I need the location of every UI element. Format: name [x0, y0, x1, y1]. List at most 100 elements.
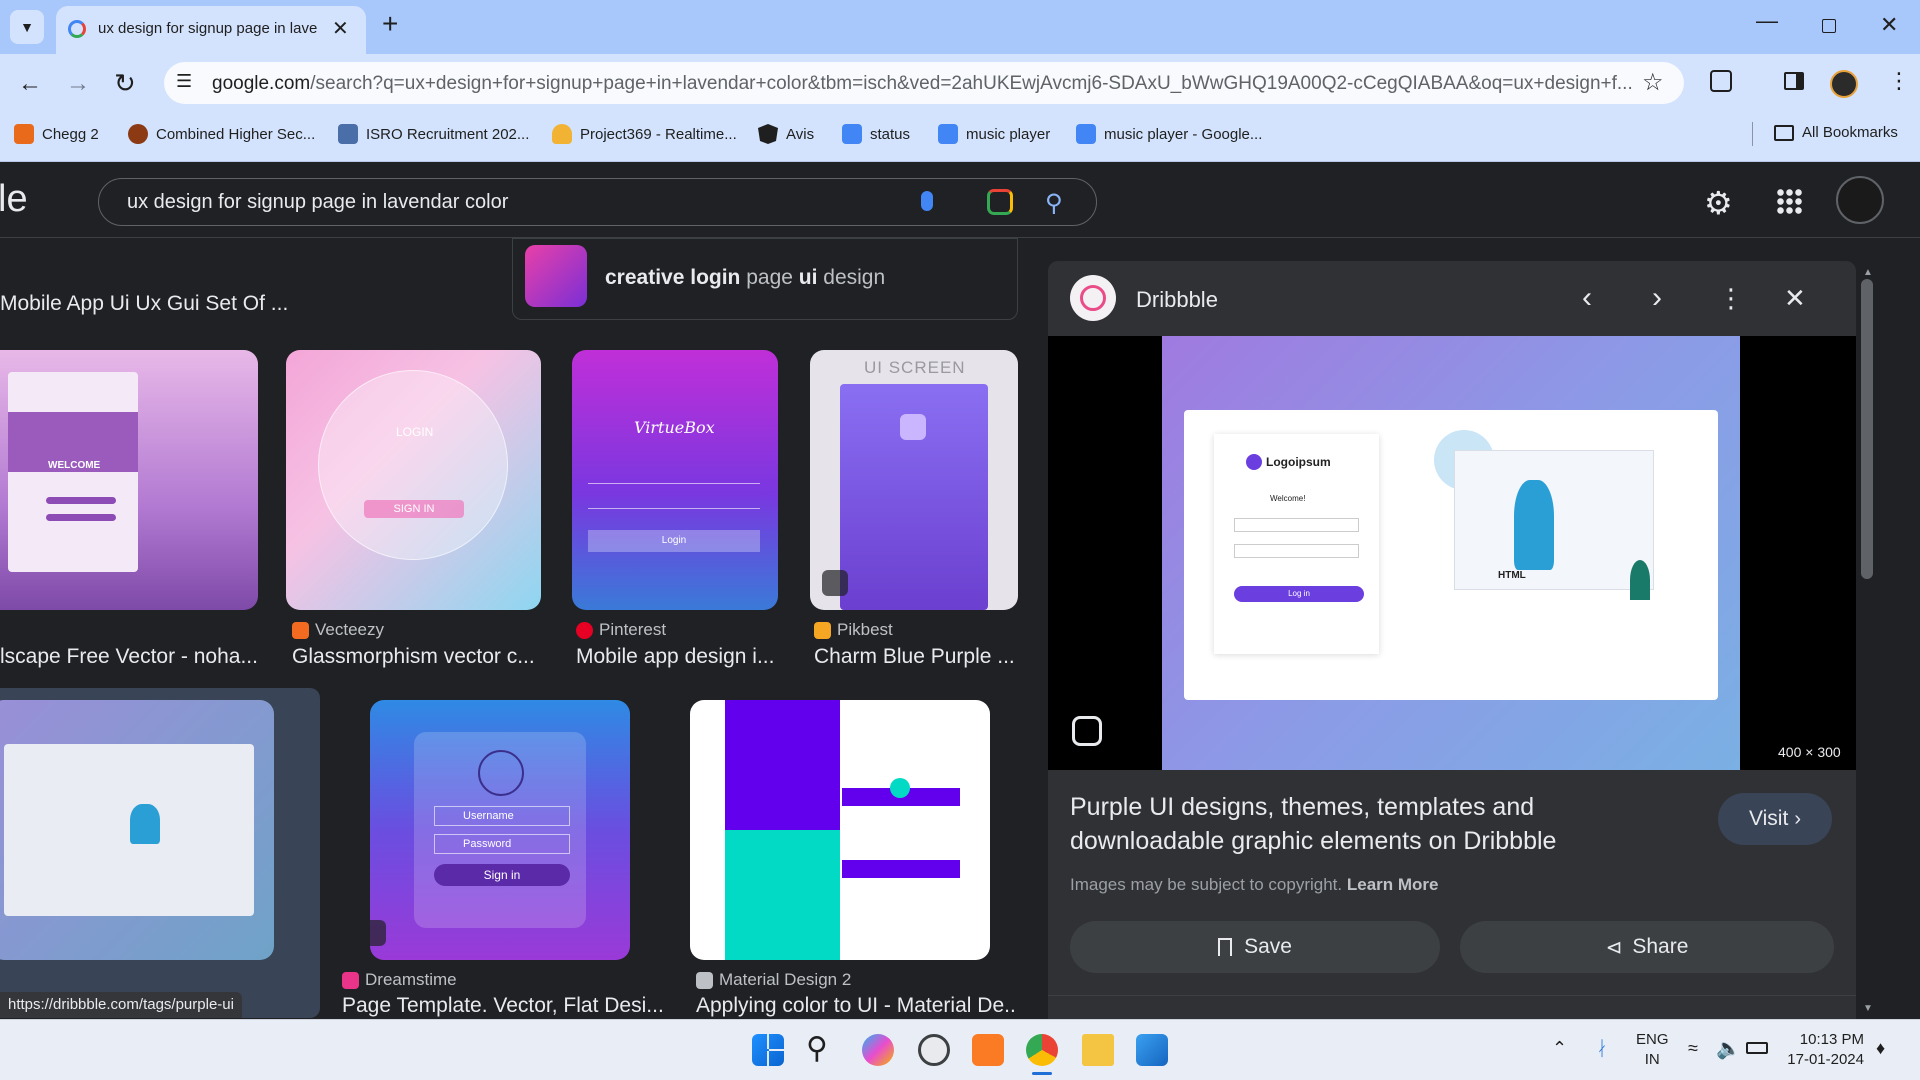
search-icon[interactable]: ⚲: [1045, 189, 1063, 218]
related-search-chip[interactable]: creative login page ui design: [512, 238, 1018, 320]
minimize-button[interactable]: —: [1756, 8, 1778, 34]
panel-title-line-1[interactable]: Purple UI designs, themes, templates and: [1070, 793, 1534, 822]
result-image-dreamstime[interactable]: Username Password Sign in: [370, 700, 630, 960]
settings-icon[interactable]: ⚙: [1704, 184, 1733, 222]
next-image-icon[interactable]: ›: [1652, 281, 1662, 315]
panel-title-line-2[interactable]: downloadable graphic elements on Dribbbl…: [1070, 827, 1556, 856]
result-source-vecteezy[interactable]: Vecteezy: [292, 620, 384, 640]
file-explorer-icon[interactable]: [1082, 1034, 1114, 1066]
bookmark-combined-higher[interactable]: Combined Higher Sec...: [128, 124, 315, 144]
restore-button[interactable]: [1822, 19, 1836, 33]
search-input[interactable]: ux design for signup page in lavendar co…: [127, 191, 508, 214]
glass-signin-button: SIGN IN: [364, 500, 464, 518]
result-source-pikbest[interactable]: Pikbest: [814, 620, 893, 640]
result-title[interactable]: Glassmorphism vector c...: [292, 645, 542, 669]
bookmark-avis[interactable]: Avis: [758, 124, 814, 144]
bookmark-star-icon[interactable]: ☆: [1642, 68, 1664, 97]
close-panel-icon[interactable]: ✕: [1784, 283, 1806, 314]
volume-icon[interactable]: 🔈: [1716, 1036, 1741, 1061]
extensions-icon[interactable]: [1710, 70, 1732, 92]
lens-icon[interactable]: [987, 189, 1013, 215]
new-tab-button[interactable]: +: [382, 8, 398, 40]
learn-more-link[interactable]: Learn More: [1347, 875, 1439, 894]
scroll-down-arrow[interactable]: ▼: [1863, 1003, 1873, 1014]
result-image-logoipsum[interactable]: [0, 700, 274, 960]
photos-icon[interactable]: [1136, 1034, 1168, 1066]
chevron-right-icon: ›: [1794, 807, 1801, 830]
result-title[interactable]: Charm Blue Purple ...: [814, 645, 1024, 669]
panel-site-name[interactable]: Dribbble: [1136, 287, 1218, 313]
tab-close-icon[interactable]: ✕: [332, 16, 349, 41]
clock-app-icon[interactable]: [918, 1034, 950, 1066]
xampp-icon[interactable]: [972, 1034, 1004, 1066]
scroll-up-arrow[interactable]: ▲: [1863, 267, 1873, 278]
source-label: Pikbest: [837, 620, 893, 639]
bookmark-project369[interactable]: Project369 - Realtime...: [552, 124, 737, 144]
result-title[interactable]: Mobile app design i...: [576, 645, 786, 669]
account-avatar[interactable]: [1836, 176, 1884, 224]
result-title-top-left[interactable]: Mobile App Ui Ux Gui Set Of ...: [0, 292, 290, 316]
voice-search-icon[interactable]: [921, 191, 933, 211]
isro-icon: [338, 124, 358, 144]
result-image-virtuebox[interactable]: VirtueBox Login: [572, 350, 778, 610]
result-image-ui-screen[interactable]: UI SCREEN: [810, 350, 1018, 610]
url-domain: google.com: [212, 73, 311, 94]
google-logo[interactable]: le: [0, 178, 28, 221]
tab-active[interactable]: ux design for signup page in laven ✕: [56, 6, 366, 54]
back-icon[interactable]: ←: [18, 70, 42, 98]
result-image-glassmorphism[interactable]: LOGIN SIGN IN: [286, 350, 541, 610]
wifi-icon[interactable]: ≈: [1688, 1038, 1698, 1059]
bookmark-isro[interactable]: ISRO Recruitment 202...: [338, 124, 529, 144]
taskbar-search-icon[interactable]: ⚲: [806, 1034, 838, 1066]
apps-grid-icon[interactable]: [1776, 188, 1802, 214]
profile-avatar[interactable]: [1830, 70, 1858, 98]
copilot-icon[interactable]: [862, 1034, 894, 1066]
result-image-material[interactable]: [690, 700, 990, 960]
scroll-thumb[interactable]: [1861, 279, 1873, 579]
battery-icon[interactable]: [1746, 1042, 1768, 1054]
result-source-pinterest[interactable]: Pinterest: [576, 620, 666, 640]
language-indicator[interactable]: ENG IN: [1636, 1030, 1669, 1070]
bookmark-music-player-google[interactable]: music player - Google...: [1076, 124, 1262, 144]
result-title[interactable]: Page Template. Vector, Flat Desi...: [342, 994, 662, 1018]
source-label: Dreamstime: [365, 970, 457, 989]
share-button[interactable]: ⊲ Share: [1460, 921, 1834, 973]
preview-image[interactable]: Logoipsum Welcome! Log in HTML: [1162, 336, 1740, 770]
result-source-material[interactable]: Material Design 2: [696, 970, 851, 990]
search-box[interactable]: ux design for signup page in lavendar co…: [98, 178, 1097, 226]
url-text: google.com/search?q=ux+design+for+signup…: [212, 73, 1632, 95]
tray-overflow-icon[interactable]: ⌃: [1552, 1038, 1567, 1059]
bookmark-status[interactable]: status: [842, 124, 910, 144]
more-options-icon[interactable]: ⋮: [1718, 283, 1744, 314]
tab-search-button[interactable]: ▼: [10, 10, 44, 44]
clock[interactable]: 10:13 PM 17-01-2024: [1782, 1030, 1864, 1070]
site-info-icon[interactable]: ☰: [176, 71, 192, 92]
save-button[interactable]: Save: [1070, 921, 1440, 973]
forward-icon[interactable]: →: [66, 70, 90, 98]
visit-button[interactable]: Visit ›: [1718, 793, 1832, 845]
bookmark-music-player[interactable]: music player: [938, 124, 1050, 144]
logoipsum-text: Logoipsum: [1266, 455, 1331, 469]
side-panel-icon[interactable]: [1784, 72, 1804, 90]
notification-bell-icon[interactable]: ♦: [1876, 1038, 1885, 1059]
menu-icon[interactable]: ⋮: [1888, 68, 1910, 94]
bluetooth-icon[interactable]: ᛅ: [1596, 1038, 1608, 1061]
welcome-card: WELCOME: [8, 372, 138, 572]
illustration-person: [130, 804, 160, 844]
dreamstime-icon: [342, 971, 359, 989]
chrome-taskbar-icon[interactable]: [1026, 1034, 1058, 1066]
prev-image-icon[interactable]: ‹: [1582, 281, 1592, 315]
page-scrollbar[interactable]: ▲ ▼: [1856, 261, 1878, 1019]
bookmark-chegg[interactable]: Chegg 2: [14, 124, 99, 144]
lens-search-icon[interactable]: [1072, 716, 1102, 746]
result-image-welcome[interactable]: WELCOME: [0, 350, 258, 610]
virtuebox-field: [588, 495, 760, 509]
all-bookmarks[interactable]: All Bookmarks: [1774, 124, 1898, 141]
reload-icon[interactable]: ↻: [114, 68, 136, 99]
address-bar[interactable]: ☰ google.com/search?q=ux+design+for+sign…: [164, 62, 1684, 104]
close-window-button[interactable]: ✕: [1880, 12, 1898, 38]
result-title[interactable]: lscape Free Vector - noha...: [0, 645, 258, 669]
result-source-dreamstime[interactable]: Dreamstime: [342, 970, 457, 990]
result-title[interactable]: Applying color to UI - Material De...: [696, 994, 1016, 1018]
bookmark-label: ISRO Recruitment 202...: [366, 125, 530, 143]
